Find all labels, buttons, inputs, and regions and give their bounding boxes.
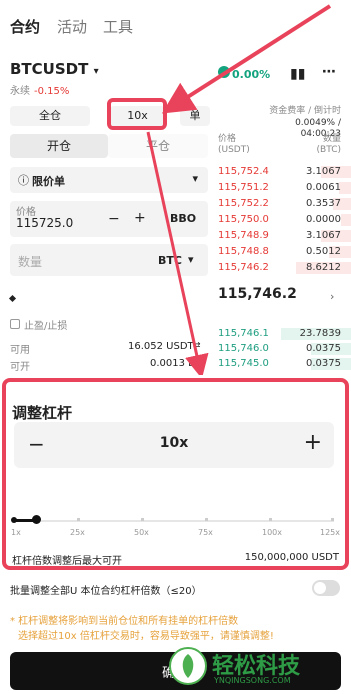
batch-adjust-toggle[interactable]	[312, 580, 340, 596]
tick-100x: 100x	[262, 528, 283, 537]
tick-25x: 25x	[70, 528, 85, 537]
batch-adjust-label: 批量调整全部U 本位合约杠杆倍数（≤20）	[10, 586, 202, 597]
leverage-highlight-box	[107, 98, 167, 130]
arrow-to-sheet	[146, 131, 209, 379]
tick-75x: 75x	[198, 528, 213, 537]
slider-thumb[interactable]	[32, 515, 41, 524]
warning-line-1: * 杠杆调整将影响到当前仓位和所有挂单的杠杆倍数	[10, 616, 239, 627]
leverage-value: 10x	[159, 435, 189, 451]
warning-line-2: 选择超过10x 倍杠杆交易时，容易导致强平，请谨慎调整!	[18, 631, 274, 642]
max-open-value: 150,000,000 USDT	[244, 552, 339, 563]
watermark-logo-icon	[169, 647, 207, 685]
tick-1x: 1x	[11, 528, 21, 537]
tick-50x: 50x	[134, 528, 149, 537]
tick-125x: 125x	[320, 528, 341, 537]
leverage-stepper: − 10x +	[14, 422, 334, 468]
watermark-url: YNQINGSONG.COM	[214, 676, 291, 685]
arrow-to-leverage	[161, 4, 332, 114]
sheet-title: 调整杠杆	[12, 404, 73, 422]
max-open-label: 杠杆倍数调整后最大可开	[12, 556, 122, 567]
leverage-plus-button[interactable]: +	[304, 430, 322, 455]
slider-start-dot	[11, 517, 17, 523]
